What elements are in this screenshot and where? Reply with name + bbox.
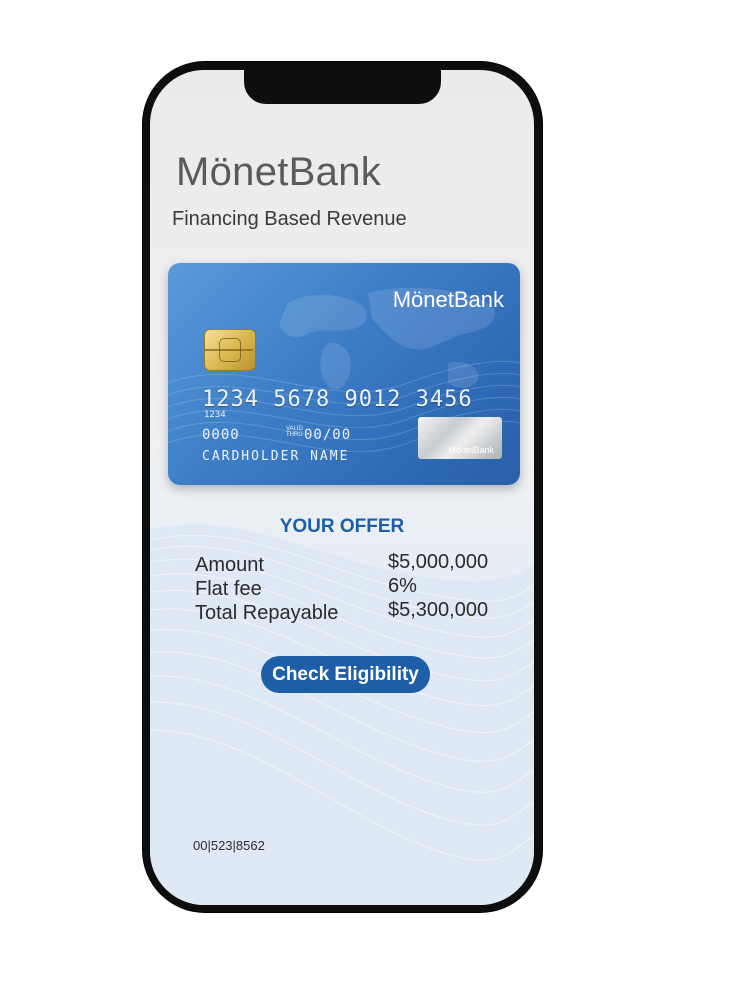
hologram-text: MönetBank xyxy=(448,445,494,455)
offer-value: $5,000,000 xyxy=(388,551,489,573)
card-code: 0000 xyxy=(202,427,240,443)
card-brand: MönetBank xyxy=(392,287,504,312)
brand-subtitle: Financing Based Revenue xyxy=(172,208,407,230)
hologram: MönetBank xyxy=(418,417,502,459)
offer-label: Flat fee xyxy=(195,578,262,600)
offer-value: 6% xyxy=(388,575,417,597)
offer-label: Total Repayable xyxy=(195,602,339,624)
check-eligibility-button[interactable]: Check Eligibility xyxy=(261,656,430,693)
offer-value: $5,300,000 xyxy=(388,599,489,621)
valid-thru-label: VALID THRU xyxy=(286,426,303,438)
card-number: 1234 5678 9012 3456 xyxy=(202,387,473,412)
phone-screen: MönetBank Financing Based Revenue MönetB… xyxy=(150,70,534,905)
offer-label: Amount xyxy=(195,554,264,576)
credit-card: MönetBank 1234 5678 9012 3456 1234 0000 … xyxy=(168,263,520,485)
card-number-small: 1234 xyxy=(204,410,226,420)
stage: MönetBank Financing Based Revenue MönetB… xyxy=(0,0,734,981)
chip-icon xyxy=(204,329,256,371)
offer-title: YOUR OFFER xyxy=(279,516,405,537)
card-valid-thru: 00/00 xyxy=(304,427,352,443)
cardholder-name: CARDHOLDER NAME xyxy=(202,449,350,464)
reference-number: 00|523|8562 xyxy=(193,838,265,853)
brand-title: MönetBank xyxy=(176,150,382,194)
valid-label-bottom: THRU xyxy=(286,432,303,438)
phone-notch xyxy=(244,70,441,104)
